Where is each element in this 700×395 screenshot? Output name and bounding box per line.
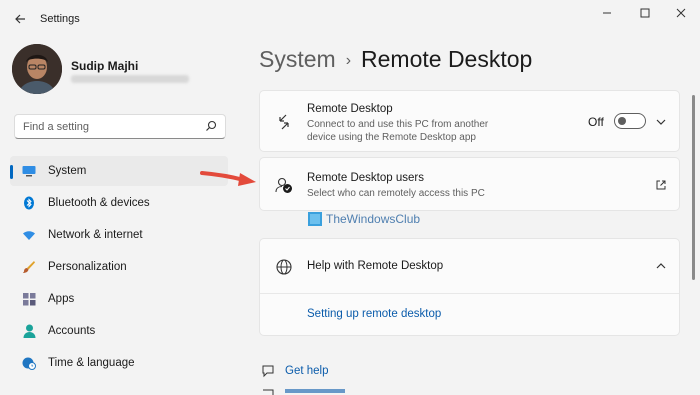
- maximize-button[interactable]: [630, 4, 660, 22]
- card-title: Remote Desktop: [307, 103, 393, 115]
- card-description: Select who can remotely access this PC: [307, 188, 485, 199]
- avatar: [12, 44, 62, 94]
- sidebar-item-label: Bluetooth & devices: [48, 197, 150, 209]
- sidebar-item-time-language[interactable]: Time & language: [10, 348, 228, 378]
- breadcrumb-separator: ›: [345, 52, 352, 69]
- sidebar-item-label: Time & language: [48, 357, 135, 369]
- scrollbar[interactable]: [692, 95, 695, 280]
- chevron-down-icon[interactable]: [655, 116, 667, 128]
- feedback-link-partial[interactable]: [285, 388, 345, 395]
- person-icon: [22, 324, 36, 338]
- watermark-text: TheWindowsClub: [326, 212, 421, 226]
- card-title: Help with Remote Desktop: [307, 260, 444, 272]
- sidebar-item-label: Apps: [48, 293, 75, 305]
- feedback-cropped-text: [285, 389, 345, 393]
- sidebar-item-personalization[interactable]: Personalization: [10, 252, 228, 282]
- close-icon: [676, 8, 686, 18]
- back-arrow-icon: [15, 14, 25, 24]
- chevron-up-icon[interactable]: [655, 260, 667, 272]
- user-name: Sudip Majhi: [71, 59, 139, 73]
- sidebar-item-label: Personalization: [48, 261, 127, 273]
- system-display-icon: [22, 164, 36, 178]
- maximize-icon: [640, 8, 650, 18]
- page-title: Remote Desktop: [361, 46, 533, 72]
- user-email-redacted: [71, 75, 189, 83]
- sidebar-item-label: Network & internet: [48, 229, 143, 241]
- watermark-logo-icon: [308, 212, 322, 226]
- back-button[interactable]: [10, 10, 30, 28]
- toggle-state-label: Off: [588, 115, 604, 129]
- remote-users-icon: [275, 177, 292, 193]
- close-button[interactable]: [666, 4, 696, 22]
- globe-icon: [276, 259, 292, 275]
- minimize-icon: [603, 12, 611, 14]
- breadcrumb: System › Remote Desktop: [259, 46, 532, 73]
- app-title: Settings: [40, 13, 80, 25]
- sidebar-item-label: System: [48, 165, 87, 177]
- annotation-arrow-icon: [200, 171, 256, 186]
- remote-desktop-users-card[interactable]: Remote Desktop users Select who can remo…: [259, 157, 680, 211]
- help-card[interactable]: Help with Remote Desktop Setting up remo…: [259, 238, 680, 336]
- watermark: TheWindowsClub: [308, 212, 420, 226]
- sidebar-item-label: Accounts: [48, 325, 96, 337]
- sidebar-item-network[interactable]: Network & internet: [10, 220, 228, 250]
- sidebar-item-system[interactable]: System: [10, 156, 228, 186]
- sidebar-item-bluetooth[interactable]: Bluetooth & devices: [10, 188, 228, 218]
- title-bar: Settings: [0, 0, 700, 38]
- setup-remote-desktop-link[interactable]: Setting up remote desktop: [307, 308, 441, 320]
- sidebar-nav: System Bluetooth & devices Network & int…: [10, 156, 228, 380]
- search-box[interactable]: Find a setting: [14, 114, 226, 139]
- search-input[interactable]: Find a setting: [23, 121, 89, 133]
- card-description: Connect to and use this PC from another …: [307, 119, 488, 144]
- brush-icon: [22, 260, 36, 274]
- card-title: Remote Desktop users: [307, 172, 424, 184]
- remote-desktop-icon: [279, 114, 289, 130]
- minimize-button[interactable]: [592, 4, 622, 22]
- sidebar-item-accounts[interactable]: Accounts: [10, 316, 228, 346]
- sidebar-item-apps[interactable]: Apps: [10, 284, 228, 314]
- divider: [260, 293, 679, 294]
- globe-clock-icon: [22, 356, 36, 370]
- remote-desktop-card[interactable]: Remote Desktop Connect to and use this P…: [259, 90, 680, 152]
- remote-desktop-toggle[interactable]: [614, 113, 646, 129]
- apps-icon: [22, 292, 36, 306]
- search-icon[interactable]: [205, 120, 217, 132]
- wifi-icon: [22, 228, 36, 242]
- feedback-icon: [263, 389, 274, 395]
- bluetooth-icon: [22, 196, 36, 210]
- toggle-knob: [618, 117, 626, 125]
- get-help-link[interactable]: Get help: [285, 365, 328, 377]
- help-chat-icon: [262, 365, 274, 378]
- breadcrumb-parent[interactable]: System: [259, 46, 336, 72]
- card-description-line: Connect to and use this PC from another: [307, 119, 489, 130]
- card-description-line: device using the Remote Desktop app: [307, 131, 476, 143]
- open-external-icon[interactable]: [655, 179, 667, 191]
